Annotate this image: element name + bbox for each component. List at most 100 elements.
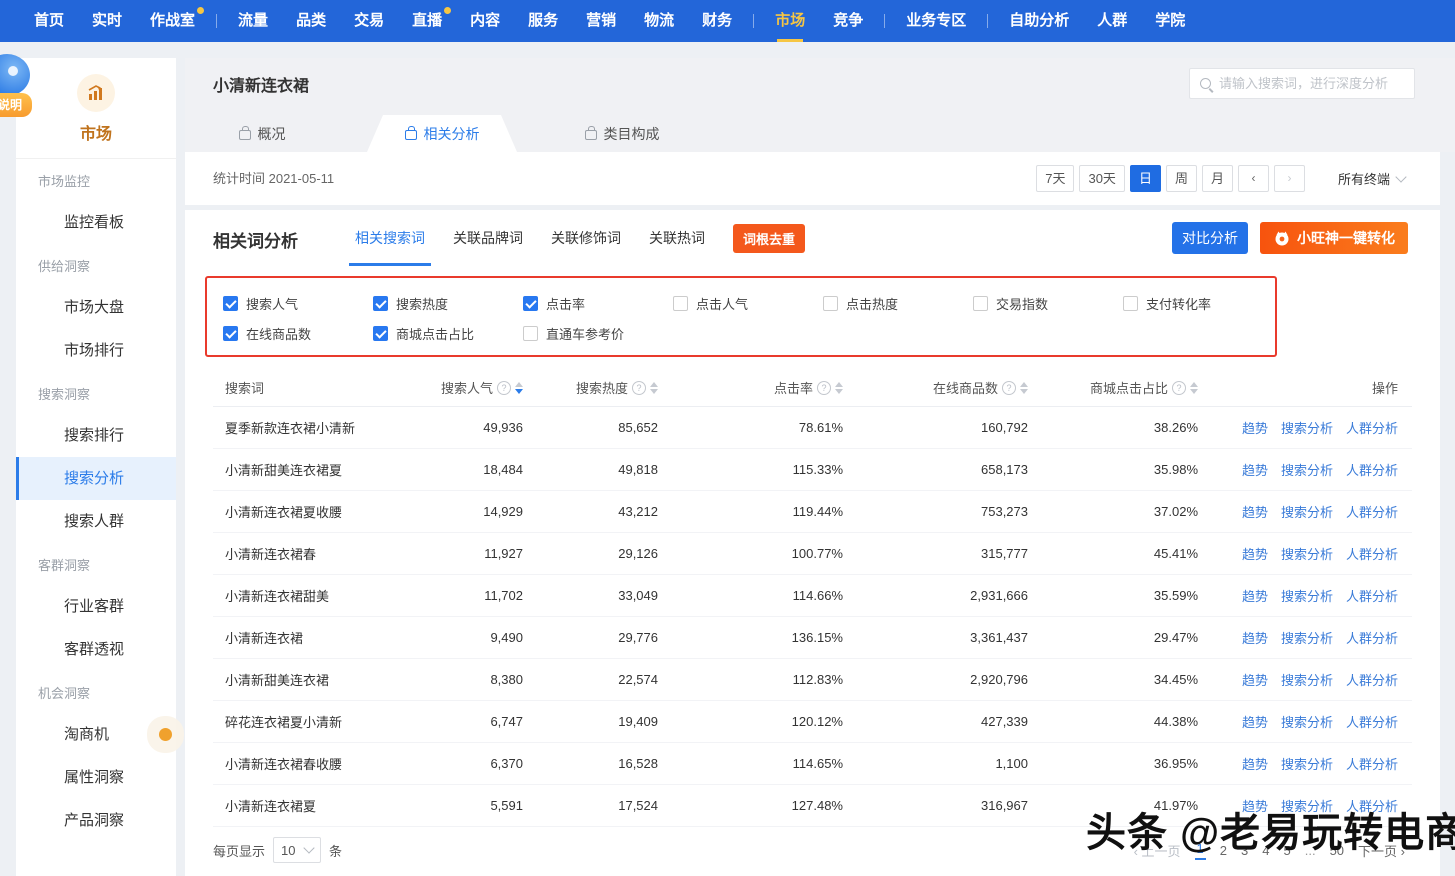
checkbox-click-popularity[interactable]: 点击人气: [673, 294, 823, 313]
search-analysis-link[interactable]: 搜索分析: [1281, 502, 1333, 521]
tab-category-composition[interactable]: 类目构成: [547, 115, 697, 152]
terminal-dropdown[interactable]: 所有终端: [1338, 169, 1405, 188]
col-header-search-popularity[interactable]: 搜索人气: [393, 378, 523, 397]
nav-item-service[interactable]: 服务: [514, 0, 572, 42]
sidebar-item-customer-perspective[interactable]: 客群透视: [16, 628, 176, 671]
search-analysis-link[interactable]: 搜索分析: [1281, 418, 1333, 437]
trend-link[interactable]: 趋势: [1242, 712, 1268, 731]
search-analysis-link[interactable]: 搜索分析: [1281, 670, 1333, 689]
sidebar-item-market-overview[interactable]: 市场大盘: [16, 286, 176, 329]
nav-item-transaction[interactable]: 交易: [340, 0, 398, 42]
nav-item-market[interactable]: 市场: [761, 0, 819, 42]
checkbox-search-popularity[interactable]: 搜索人气: [223, 294, 373, 313]
search-analysis-link[interactable]: 搜索分析: [1281, 712, 1333, 731]
search-input[interactable]: [1219, 76, 1404, 91]
checkbox-click-rate[interactable]: 点击率: [523, 294, 673, 313]
col-header-search-heat[interactable]: 搜索热度: [523, 378, 658, 397]
one-key-convert-button[interactable]: 小旺神一键转化: [1260, 222, 1408, 254]
nav-item-business-zone[interactable]: 业务专区: [892, 0, 980, 42]
sidebar-item-market-ranking[interactable]: 市场排行: [16, 329, 176, 372]
trend-link[interactable]: 趋势: [1242, 628, 1268, 647]
tab-related-hot-words[interactable]: 关联热词: [649, 210, 705, 266]
help-icon[interactable]: [632, 381, 646, 395]
search-box[interactable]: [1189, 68, 1415, 99]
col-header-click-rate[interactable]: 点击率: [658, 378, 843, 397]
sort-control[interactable]: [1190, 382, 1198, 394]
checkbox-transaction-index[interactable]: 交易指数: [973, 294, 1123, 313]
search-analysis-link[interactable]: 搜索分析: [1281, 754, 1333, 773]
search-analysis-link[interactable]: 搜索分析: [1281, 586, 1333, 605]
sidebar-item-attribute-insight[interactable]: 属性洞察: [16, 756, 176, 799]
period-7d-button[interactable]: 7天: [1036, 165, 1074, 192]
trend-link[interactable]: 趋势: [1242, 754, 1268, 773]
crowd-analysis-link[interactable]: 人群分析: [1346, 502, 1398, 521]
crowd-analysis-link[interactable]: 人群分析: [1346, 544, 1398, 563]
nav-item-crowd[interactable]: 人群: [1083, 0, 1141, 42]
checkbox-mall-click-share[interactable]: 商城点击占比: [373, 324, 523, 343]
period-day-button[interactable]: 日: [1130, 165, 1161, 192]
prev-date-button[interactable]: ‹: [1238, 165, 1269, 192]
tab-overview[interactable]: 概况: [187, 115, 337, 152]
sort-control[interactable]: [515, 382, 523, 394]
tab-related-analysis[interactable]: 相关分析: [367, 115, 517, 152]
trend-link[interactable]: 趋势: [1242, 502, 1268, 521]
tab-related-brand-words[interactable]: 关联品牌词: [453, 210, 523, 266]
crowd-analysis-link[interactable]: 人群分析: [1346, 754, 1398, 773]
col-header-mall-click-share[interactable]: 商城点击占比: [1028, 378, 1198, 397]
sort-control[interactable]: [835, 382, 843, 394]
sidebar-item-monitor-board[interactable]: 监控看板: [16, 201, 176, 244]
nav-item-self-analysis[interactable]: 自助分析: [995, 0, 1083, 42]
nav-item-realtime[interactable]: 实时: [78, 0, 136, 42]
checkbox-ztc-reference-price[interactable]: 直通车参考价: [523, 324, 673, 343]
period-week-button[interactable]: 周: [1166, 165, 1197, 192]
nav-item-category[interactable]: 品类: [282, 0, 340, 42]
nav-item-traffic[interactable]: 流量: [224, 0, 282, 42]
help-icon[interactable]: [1172, 381, 1186, 395]
trend-link[interactable]: 趋势: [1242, 544, 1268, 563]
checkbox-click-heat[interactable]: 点击热度: [823, 294, 973, 313]
col-header-online-products[interactable]: 在线商品数: [843, 378, 1028, 397]
trend-link[interactable]: 趋势: [1242, 670, 1268, 689]
trend-link[interactable]: 趋势: [1242, 460, 1268, 479]
assistant-avatar-icon[interactable]: [0, 54, 30, 96]
help-tag-button[interactable]: 说明: [0, 93, 32, 117]
nav-item-academy[interactable]: 学院: [1141, 0, 1199, 42]
trend-link[interactable]: 趋势: [1242, 418, 1268, 437]
compare-analysis-button[interactable]: 对比分析: [1172, 222, 1248, 254]
search-analysis-link[interactable]: 搜索分析: [1281, 544, 1333, 563]
help-icon[interactable]: [817, 381, 831, 395]
nav-item-live[interactable]: 直播: [398, 0, 456, 42]
sort-control[interactable]: [650, 382, 658, 394]
sidebar-item-search-crowd[interactable]: 搜索人群: [16, 500, 176, 543]
period-month-button[interactable]: 月: [1202, 165, 1233, 192]
help-icon[interactable]: [497, 381, 511, 395]
crowd-analysis-link[interactable]: 人群分析: [1346, 460, 1398, 479]
next-date-button[interactable]: ›: [1274, 165, 1305, 192]
sidebar-item-industry-customers[interactable]: 行业客群: [16, 585, 176, 628]
checkbox-search-heat[interactable]: 搜索热度: [373, 294, 523, 313]
crowd-analysis-link[interactable]: 人群分析: [1346, 586, 1398, 605]
nav-item-marketing[interactable]: 营销: [572, 0, 630, 42]
sidebar-item-tao-opportunity[interactable]: 淘商机: [16, 713, 176, 756]
nav-item-content[interactable]: 内容: [456, 0, 514, 42]
crowd-analysis-link[interactable]: 人群分析: [1346, 628, 1398, 647]
nav-item-war-room[interactable]: 作战室: [136, 0, 209, 42]
sidebar-item-search-analysis[interactable]: 搜索分析: [16, 457, 176, 500]
root-dedupe-badge[interactable]: 词根去重: [733, 224, 805, 253]
sidebar-item-search-ranking[interactable]: 搜索排行: [16, 414, 176, 457]
tab-related-modifier-words[interactable]: 关联修饰词: [551, 210, 621, 266]
crowd-analysis-link[interactable]: 人群分析: [1346, 418, 1398, 437]
search-analysis-link[interactable]: 搜索分析: [1281, 460, 1333, 479]
period-30d-button[interactable]: 30天: [1079, 165, 1124, 192]
tab-related-search-words[interactable]: 相关搜索词: [355, 210, 425, 266]
crowd-analysis-link[interactable]: 人群分析: [1346, 670, 1398, 689]
page-size-select[interactable]: 10: [273, 837, 321, 863]
help-icon[interactable]: [1002, 381, 1016, 395]
sort-control[interactable]: [1020, 382, 1028, 394]
trend-link[interactable]: 趋势: [1242, 586, 1268, 605]
crowd-analysis-link[interactable]: 人群分析: [1346, 712, 1398, 731]
nav-item-competition[interactable]: 竞争: [819, 0, 877, 42]
checkbox-online-products[interactable]: 在线商品数: [223, 324, 373, 343]
sidebar-item-product-insight[interactable]: 产品洞察: [16, 799, 176, 842]
nav-item-logistics[interactable]: 物流: [630, 0, 688, 42]
